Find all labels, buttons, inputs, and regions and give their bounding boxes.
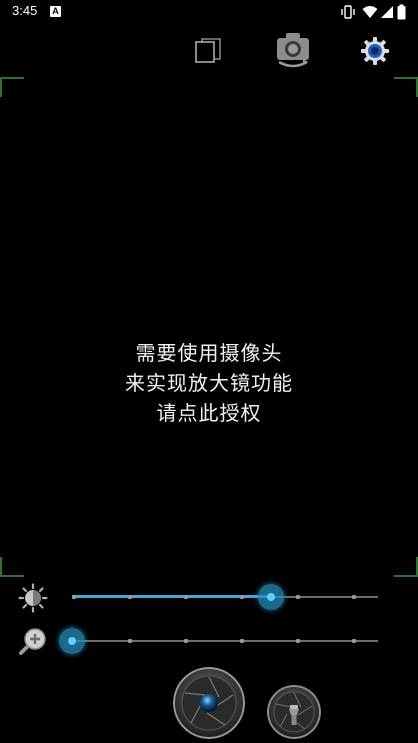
flashlight-icon[interactable]	[267, 685, 321, 739]
brightness-tick	[72, 595, 76, 599]
zoom-tick	[240, 639, 244, 643]
zoom-thumb[interactable]	[59, 628, 85, 654]
message-line-1: 需要使用摄像头	[135, 341, 283, 365]
zoom-slider[interactable]	[59, 628, 378, 654]
frames-icon[interactable]	[193, 37, 225, 63]
frame-corner-top-right	[394, 77, 418, 97]
brightness-tick	[240, 595, 244, 599]
brightness-tick	[296, 595, 300, 599]
battery-icon	[397, 4, 406, 20]
brightness-slider[interactable]	[72, 584, 378, 610]
zoom-track	[72, 640, 378, 642]
camera-shutter-icon[interactable]	[173, 667, 245, 739]
status-bar: 3:45 A	[0, 0, 418, 24]
wifi-icon	[362, 6, 378, 18]
brightness-tick	[184, 595, 188, 599]
settings-gear-icon[interactable]	[360, 36, 390, 66]
brightness-icon	[18, 583, 48, 613]
frame-corner-top-left	[0, 77, 24, 97]
brightness-tick	[128, 595, 132, 599]
message-line-3: 请点此授权	[156, 401, 262, 425]
zoom-tick	[296, 639, 300, 643]
zoom-tick	[128, 639, 132, 643]
signal-icon	[381, 6, 393, 18]
brightness-thumb[interactable]	[257, 584, 284, 610]
frame-corner-bottom-right	[394, 557, 418, 577]
camera-permission-message[interactable]: 需要使用摄像头 来实现放大镜功能 请点此授权	[0, 338, 418, 428]
status-time: 3:45	[12, 3, 38, 18]
camera-switch-icon[interactable]	[273, 30, 313, 68]
zoom-tick	[352, 639, 356, 643]
message-line-2: 来实现放大镜功能	[125, 371, 293, 395]
notification-a-icon: A	[50, 6, 61, 17]
brightness-tick	[352, 595, 356, 599]
zoom-in-icon	[19, 628, 46, 655]
vibrate-icon	[341, 5, 355, 19]
zoom-tick	[184, 639, 188, 643]
frame-corner-bottom-left	[0, 557, 24, 577]
